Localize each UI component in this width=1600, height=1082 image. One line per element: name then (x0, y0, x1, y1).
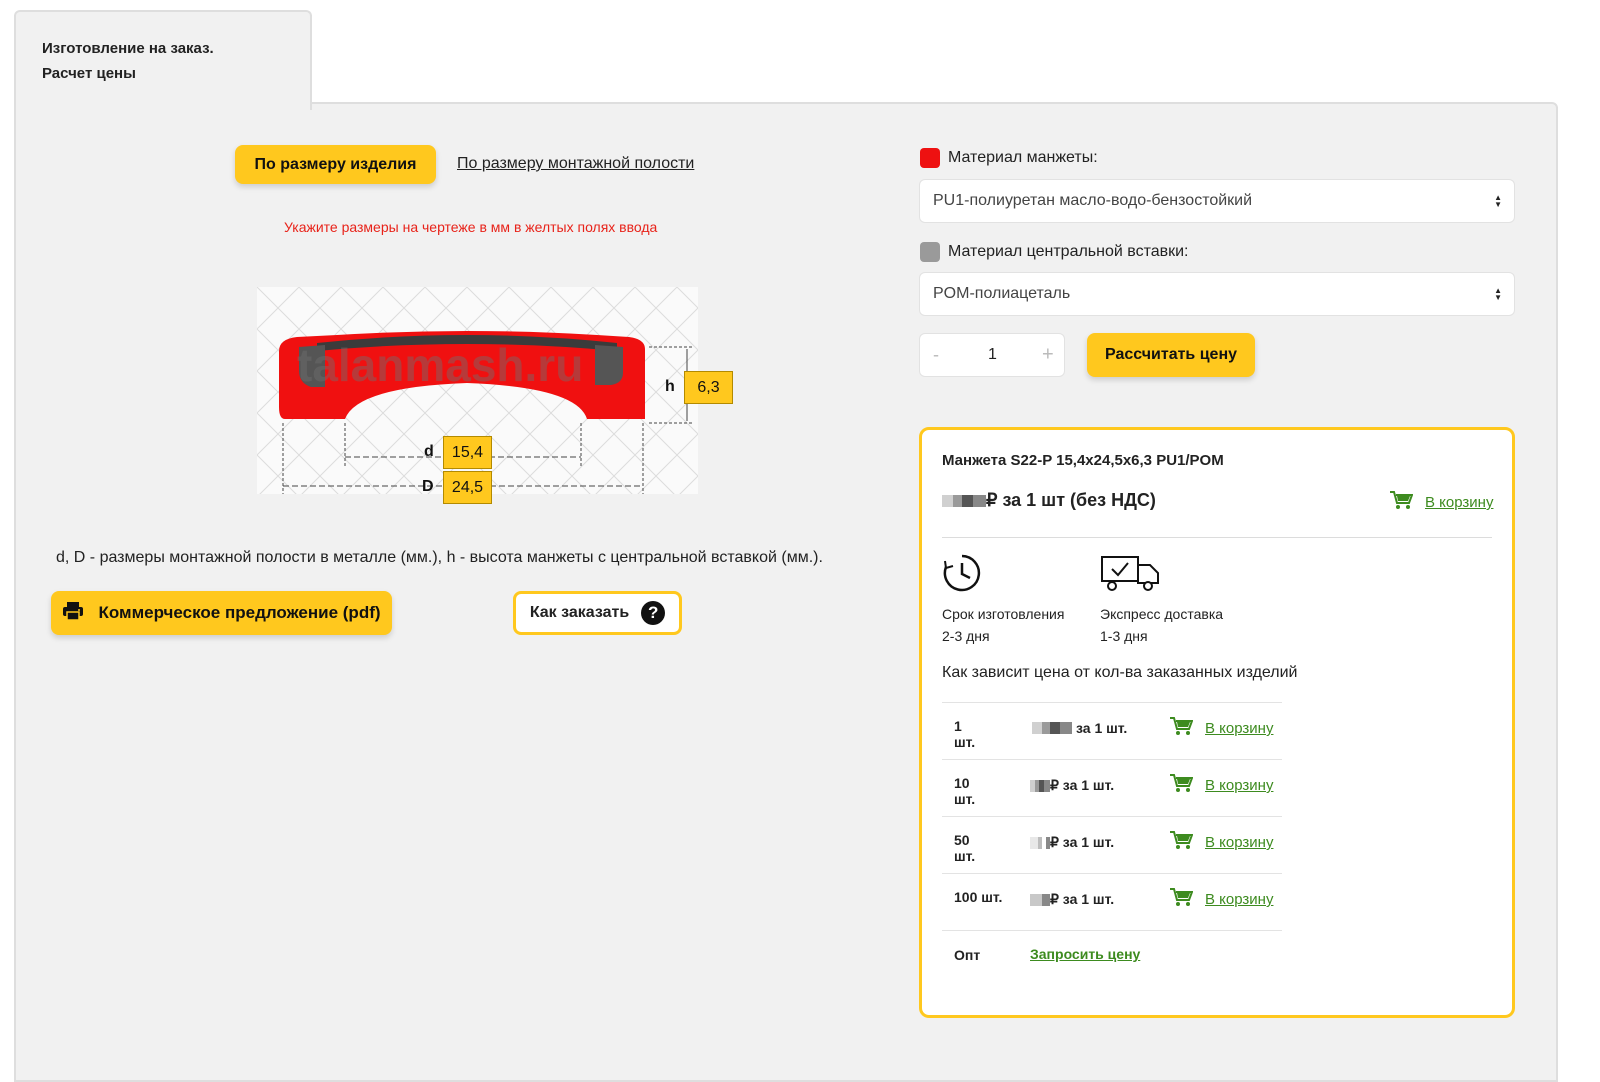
dimensions-hint: Укажите размеры на чертеже в мм в желтых… (284, 219, 658, 235)
tier-price-per: за 1 шт. (1076, 720, 1128, 736)
dimensions-note: d, D - размеры монтажной полости в метал… (56, 549, 823, 566)
cart-icon (1389, 490, 1414, 515)
question-icon: ? (641, 601, 666, 625)
commercial-offer-pdf-button[interactable]: Коммерческое предложение (pdf) (51, 591, 392, 635)
tier-qty: 1 шт. (954, 718, 976, 750)
commercial-offer-label: Коммерческое предложение (pdf) (98, 603, 381, 622)
price-redacted (942, 494, 986, 507)
tab-custom-order[interactable]: Изготовление на заказ. Расчет цены (14, 10, 312, 110)
cart-icon (1169, 716, 1194, 741)
d-dimension-label: d (424, 443, 434, 460)
tier-cart-link[interactable]: В корзину (1205, 777, 1273, 794)
quantity-increment-button[interactable]: + (1042, 344, 1054, 367)
select-arrows-icon: ▲ ▼ (1494, 286, 1502, 302)
cart-icon (1169, 887, 1194, 912)
printer-icon (62, 601, 84, 626)
D-dimension-input[interactable]: 24,5 (443, 471, 492, 504)
insert-material-label: Материал центральной вставки: (948, 243, 1189, 260)
product-title: Манжета S22-P 15,4x24,5x6,3 PU1/POM (942, 452, 1224, 469)
drawing-watermark: talanmash.ru (297, 339, 583, 391)
by-product-size-button[interactable]: По размеру изделия (235, 145, 436, 184)
add-to-cart-link[interactable]: В корзину (1425, 494, 1493, 511)
express-delivery: Экспресс доставка 1-3 дня (1100, 603, 1223, 647)
tier-price: ₽ за 1 шт. (1030, 834, 1114, 851)
h-dimension-input[interactable]: 6,3 (684, 371, 733, 404)
lead-time-label: Срок изготовления (942, 606, 1065, 622)
lead-time: Срок изготовления 2-3 дня (942, 603, 1064, 647)
calculate-price-button[interactable]: Рассчитать цену (1087, 333, 1255, 377)
tier-divider (942, 816, 1282, 817)
quantity-decrement-button[interactable]: - (933, 345, 939, 366)
tier-qty: 50 шт. (954, 832, 976, 864)
insert-material-select[interactable]: POM-полиацеталь ▲ ▼ (919, 272, 1515, 316)
cart-icon (1169, 773, 1194, 798)
tier-50-add-to-cart[interactable]: В корзину (1169, 830, 1273, 855)
add-to-cart-main[interactable]: В корзину (1389, 490, 1493, 515)
unit-price-suffix: ₽ за 1 шт (без НДС) (986, 490, 1156, 510)
tier-divider (942, 930, 1282, 931)
tier-cart-link[interactable]: В корзину (1205, 834, 1273, 851)
delivery-label: Экспресс доставка (1100, 606, 1224, 622)
insert-material-value: POM-полиацеталь (933, 285, 1071, 302)
quantity-input[interactable]: 1 (988, 346, 997, 364)
tier-price: ₽ за 1 шт. (1030, 891, 1114, 908)
tier-1-add-to-cart[interactable]: В корзину (1169, 716, 1273, 741)
tier-price: за 1 шт. (1032, 720, 1127, 736)
tier-100-add-to-cart[interactable]: В корзину (1169, 887, 1273, 912)
lead-time-value: 2-3 дня (942, 628, 990, 644)
price-redacted (1032, 722, 1072, 734)
tier-price-per: ₽ за 1 шт. (1050, 834, 1115, 850)
quantity-stepper[interactable]: - 1 + (919, 333, 1065, 377)
tier-divider (942, 759, 1282, 760)
cuff-material-color-swatch (920, 148, 940, 168)
how-to-order-button[interactable]: Как заказать ? (513, 591, 682, 635)
price-redacted (1030, 893, 1050, 906)
tab-title-line1: Изготовление на заказ. (42, 40, 214, 57)
price-redacted (1030, 779, 1050, 792)
cuff-material-label: Материал манжеты: (948, 149, 1098, 166)
tier-divider (942, 702, 1282, 703)
wholesale-label: Опт (954, 947, 981, 963)
delivery-truck-icon (1100, 553, 1162, 598)
cuff-material-value: PU1-полиуретан масло-водо-бензостойкий (933, 192, 1253, 209)
tier-10-add-to-cart[interactable]: В корзину (1169, 773, 1273, 798)
D-dimension-label: D (422, 478, 434, 494)
cart-icon (1169, 830, 1194, 855)
tier-cart-link[interactable]: В корзину (1205, 720, 1273, 737)
tier-price-per: ₽ за 1 шт. (1050, 777, 1115, 793)
price-redacted (1030, 836, 1050, 849)
how-to-order-label: Как заказать (529, 604, 630, 621)
h-dimension-label: h (665, 378, 675, 395)
unit-price: ₽ за 1 шт (без НДС) (942, 490, 1156, 511)
insert-material-color-swatch (920, 242, 940, 262)
tier-price: ₽ за 1 шт. (1030, 777, 1114, 794)
tier-qty: 100 шт. (954, 889, 1003, 905)
price-tiers-heading: Как зависит цена от кол-ва заказанных из… (942, 664, 1298, 681)
tier-cart-link[interactable]: В корзину (1205, 891, 1273, 908)
card-divider (942, 537, 1492, 538)
cuff-material-select[interactable]: PU1-полиуретан масло-водо-бензостойкий ▲… (919, 179, 1515, 223)
tab-title: Изготовление на заказ. Расчет цены (42, 36, 214, 86)
delivery-value: 1-3 дня (1100, 628, 1148, 644)
tier-qty: 10 шт. (954, 775, 976, 807)
tab-title-line2: Расчет цены (42, 65, 136, 82)
d-dimension-input[interactable]: 15,4 (443, 436, 492, 469)
by-cavity-size-link[interactable]: По размеру монтажной полости (457, 155, 694, 173)
request-price-link[interactable]: Запросить цену (1030, 946, 1140, 962)
clock-icon (942, 553, 982, 598)
select-arrows-icon: ▲ ▼ (1494, 193, 1502, 209)
tier-divider (942, 873, 1282, 874)
tier-price-per: ₽ за 1 шт. (1050, 891, 1115, 907)
